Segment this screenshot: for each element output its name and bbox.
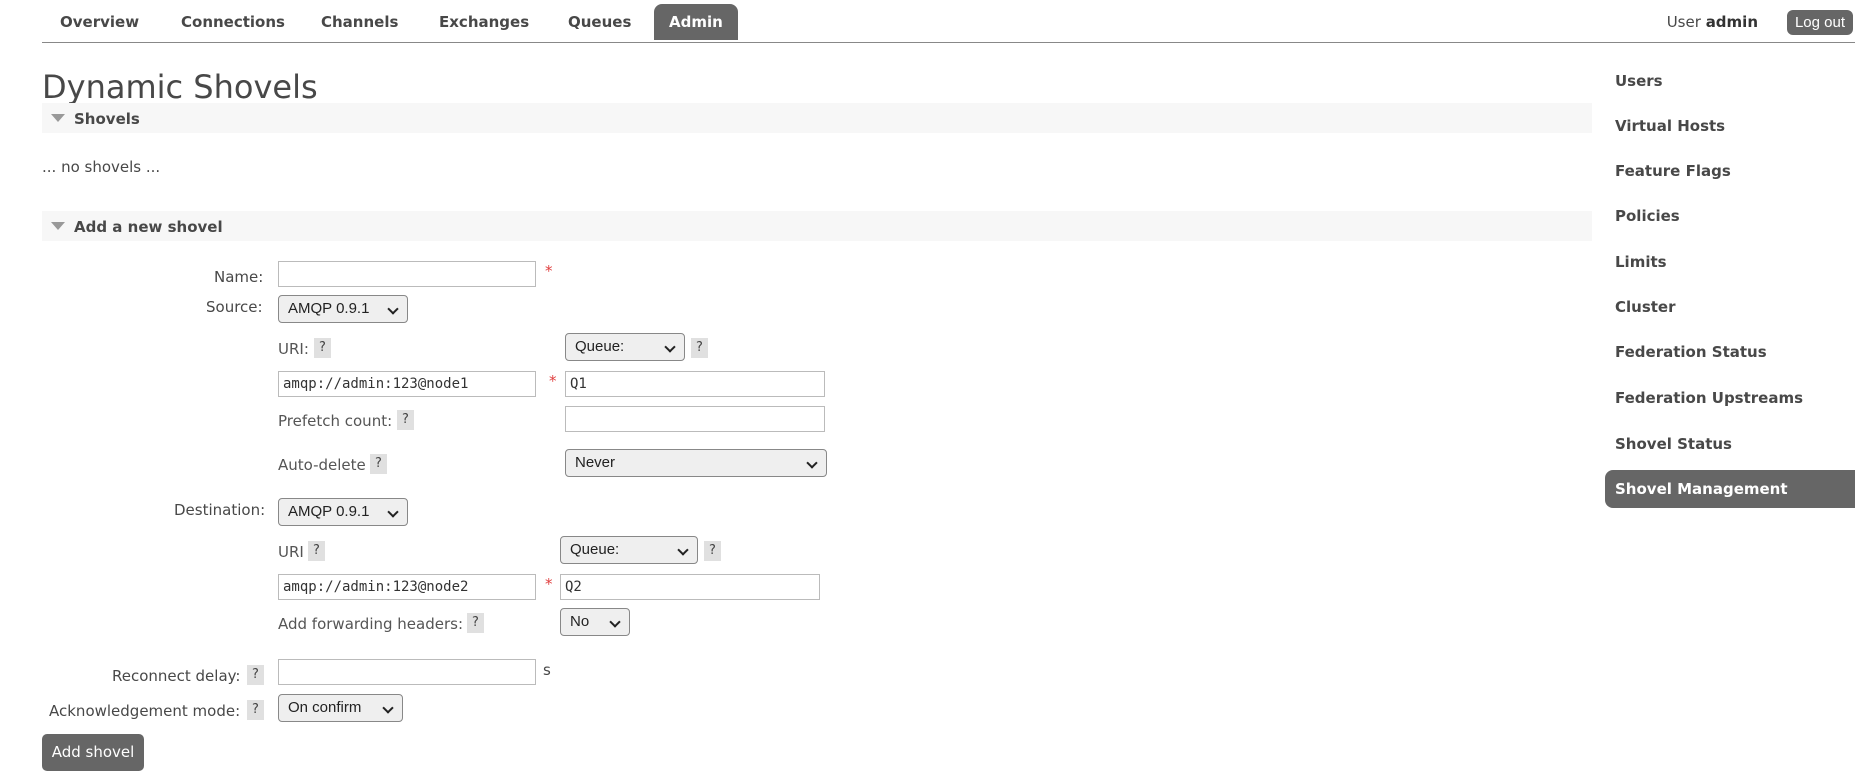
page-title: Dynamic Shovels [42, 68, 318, 106]
fwd-headers-select[interactable]: No [560, 608, 630, 636]
help-icon[interactable]: ? [308, 541, 325, 561]
source-protocol-select[interactable]: AMQP 0.9.1 [278, 295, 408, 323]
tab-queues[interactable]: Queues [568, 13, 631, 31]
source-uri-label: URI: [278, 340, 309, 358]
sidebar-item-cluster[interactable]: Cluster [1615, 298, 1676, 316]
add-shovel-section-header[interactable]: Add a new shovel [42, 211, 1592, 241]
required-marker: * [545, 262, 553, 280]
ack-mode-value: On confirm [288, 699, 362, 716]
chevron-down-icon [806, 457, 818, 469]
sidebar-item-federation-upstreams[interactable]: Federation Upstreams [1615, 389, 1803, 407]
tab-exchanges[interactable]: Exchanges [439, 13, 529, 31]
help-icon[interactable]: ? [247, 700, 264, 720]
destination-protocol-select[interactable]: AMQP 0.9.1 [278, 498, 408, 526]
chevron-down-icon [677, 544, 689, 556]
auto-delete-select[interactable]: Never [565, 449, 827, 477]
collapse-triangle-icon [51, 114, 65, 122]
name-label: Name: [214, 268, 264, 286]
dest-type-select[interactable]: Queue: [560, 536, 698, 564]
add-shovel-button[interactable]: Add shovel [42, 734, 144, 771]
seconds-unit: s [543, 661, 551, 679]
fwd-headers-value: No [570, 613, 590, 630]
chevron-down-icon [382, 702, 394, 714]
prefetch-label: Prefetch count: [278, 412, 393, 430]
source-queue-input[interactable] [565, 371, 825, 397]
auto-delete-value: Never [575, 454, 616, 471]
help-icon[interactable]: ? [370, 454, 387, 474]
ack-mode-select[interactable]: On confirm [278, 694, 403, 722]
chevron-down-icon [387, 303, 399, 315]
tab-channels[interactable]: Channels [321, 13, 398, 31]
tab-connections[interactable]: Connections [181, 13, 285, 31]
help-icon[interactable]: ? [314, 338, 331, 358]
tab-admin[interactable]: Admin [654, 4, 738, 40]
sidebar-item-virtual-hosts[interactable]: Virtual Hosts [1615, 117, 1725, 135]
reconnect-delay-input[interactable] [278, 659, 536, 685]
logout-button[interactable]: Log out [1786, 10, 1853, 35]
sidebar-item-shovel-management[interactable]: Shovel Management [1605, 470, 1855, 508]
dest-uri-input[interactable] [278, 574, 536, 600]
shovels-section-header[interactable]: Shovels [42, 103, 1592, 133]
source-type-select[interactable]: Queue: [565, 333, 685, 361]
destination-protocol-value: AMQP 0.9.1 [288, 503, 370, 520]
destination-label: Destination: [174, 501, 266, 519]
fwd-headers-label: Add forwarding headers: [278, 615, 463, 633]
source-protocol-value: AMQP 0.9.1 [288, 300, 370, 317]
collapse-triangle-icon [51, 222, 65, 230]
name-input[interactable] [278, 261, 536, 287]
dest-uri-label: URI [278, 543, 304, 561]
reconnect-delay-label: Reconnect delay: [112, 667, 241, 685]
help-icon[interactable]: ? [247, 665, 264, 685]
help-icon[interactable]: ? [397, 410, 414, 430]
auto-delete-label: Auto-delete [278, 456, 366, 474]
sidebar-item-policies[interactable]: Policies [1615, 207, 1680, 225]
chevron-down-icon [387, 506, 399, 518]
sidebar-item-limits[interactable]: Limits [1615, 253, 1667, 271]
source-type-value: Queue: [575, 338, 625, 355]
tab-overview[interactable]: Overview [60, 13, 139, 31]
no-shovels-message: ... no shovels ... [42, 158, 161, 176]
required-marker: * [549, 372, 557, 390]
source-uri-input[interactable] [278, 371, 536, 397]
dest-type-value: Queue: [570, 541, 620, 558]
user-name: admin [1705, 13, 1758, 31]
sidebar-item-users[interactable]: Users [1615, 72, 1663, 90]
prefetch-input[interactable] [565, 406, 825, 432]
help-icon[interactable]: ? [691, 338, 708, 358]
nav-divider [42, 42, 1855, 43]
dest-queue-input[interactable] [560, 574, 820, 600]
shovels-section-title: Shovels [74, 110, 140, 128]
user-prefix: User [1666, 13, 1701, 31]
required-marker: * [545, 575, 553, 593]
sidebar-item-feature-flags[interactable]: Feature Flags [1615, 162, 1731, 180]
chevron-down-icon [664, 341, 676, 353]
chevron-down-icon [609, 616, 621, 628]
sidebar-item-shovel-status[interactable]: Shovel Status [1615, 435, 1732, 453]
ack-mode-label: Acknowledgement mode: [49, 702, 241, 720]
source-label: Source: [206, 298, 263, 316]
user-info: User admin [1667, 13, 1758, 31]
add-shovel-section-title: Add a new shovel [74, 218, 223, 236]
help-icon[interactable]: ? [467, 613, 484, 633]
sidebar-item-federation-status[interactable]: Federation Status [1615, 343, 1767, 361]
help-icon[interactable]: ? [704, 541, 721, 561]
